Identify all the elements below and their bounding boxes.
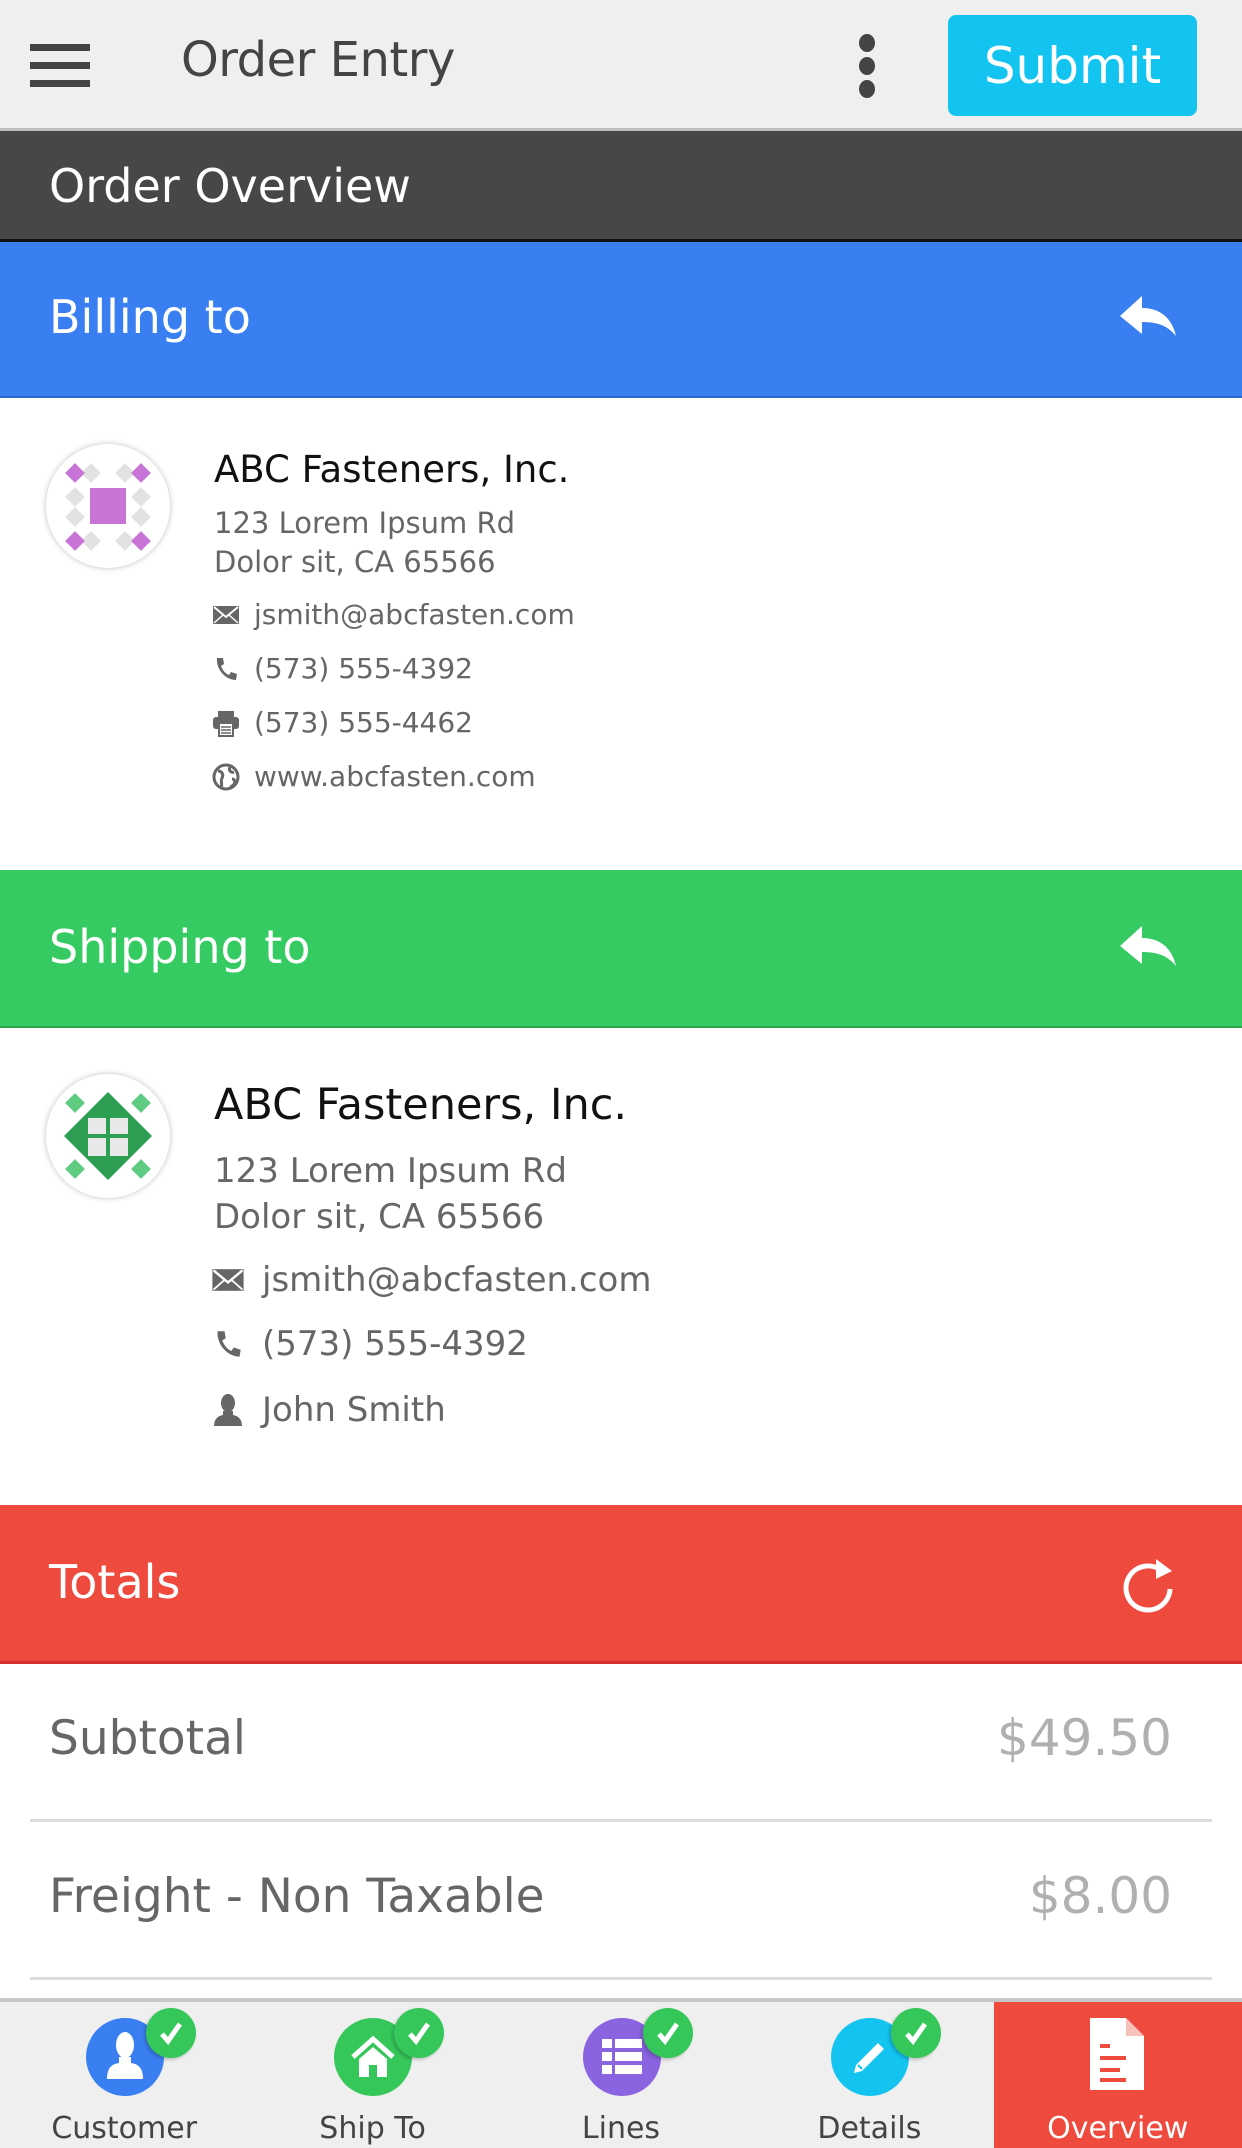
totals-list: Subtotal $49.50 Freight - Non Taxable $8…	[0, 1664, 1242, 1980]
shipping-email[interactable]: jsmith@abcfasten.com	[210, 1260, 651, 1300]
bottom-tab-bar: Customer Ship To Lines Details Overview	[0, 1998, 1242, 2148]
refresh-icon[interactable]	[1116, 1553, 1180, 1617]
tab-label: Lines	[581, 2111, 661, 2146]
document-icon	[1086, 2016, 1148, 2092]
envelope-icon	[210, 599, 242, 631]
shipping-contact-card: ABC Fasteners, Inc. 123 Lorem Ipsum Rd D…	[0, 1028, 1242, 1505]
reply-arrow-icon[interactable]	[1116, 916, 1180, 980]
totals-section-header: Totals	[0, 1505, 1242, 1664]
tab-overview[interactable]: Overview	[993, 2002, 1242, 2148]
shipping-address-line1: 123 Lorem Ipsum Rd	[214, 1151, 567, 1191]
app-title: Order Entry	[181, 32, 455, 88]
shipping-contact-person: John Smith	[210, 1390, 446, 1430]
totals-row-label: Subtotal	[49, 1711, 246, 1766]
person-icon	[210, 1392, 246, 1428]
billing-address: 123 Lorem Ipsum Rd Dolor sit, CA 65566	[214, 504, 515, 582]
checkmark-icon	[642, 2008, 693, 2058]
printer-fax-icon	[210, 707, 242, 739]
totals-row-subtotal: Subtotal $49.50	[30, 1664, 1212, 1822]
tab-lines[interactable]: Lines	[497, 2002, 745, 2148]
tab-details[interactable]: Details	[745, 2002, 993, 2148]
billing-company-name: ABC Fasteners, Inc.	[214, 448, 570, 491]
shipping-company-logo	[46, 1074, 170, 1198]
page-title: Order Overview	[49, 159, 411, 213]
shipping-address-line2: Dolor sit, CA 65566	[214, 1197, 545, 1237]
billing-header-label: Billing to	[49, 290, 251, 344]
tab-label: Details	[817, 2111, 922, 2146]
shipping-section-header: Shipping to	[0, 870, 1242, 1028]
billing-email-text: jsmith@abcfasten.com	[254, 598, 575, 631]
shipping-contact-name: John Smith	[262, 1390, 446, 1430]
tab-customer[interactable]: Customer	[0, 2002, 248, 2148]
checkmark-icon	[146, 2008, 196, 2058]
tab-label: Overview	[1047, 2111, 1189, 2146]
reply-arrow-icon[interactable]	[1116, 286, 1180, 350]
shipping-phone-text: (573) 555-4392	[262, 1324, 528, 1364]
billing-website[interactable]: www.abcfasten.com	[210, 760, 536, 793]
phone-icon	[210, 1326, 246, 1362]
totals-row-value: $49.50	[997, 1709, 1172, 1767]
billing-section-header: Billing to	[0, 242, 1242, 398]
billing-company-logo	[46, 444, 170, 568]
shipping-header-label: Shipping to	[49, 920, 311, 974]
phone-icon	[210, 653, 242, 685]
checkmark-icon	[891, 2008, 942, 2058]
billing-fax-text: (573) 555-4462	[254, 706, 473, 739]
billing-phone[interactable]: (573) 555-4392	[210, 652, 473, 685]
billing-address-line2: Dolor sit, CA 65566	[214, 545, 496, 579]
totals-row-label: Freight - Non Taxable	[49, 1869, 545, 1924]
submit-button[interactable]: Submit	[948, 15, 1197, 116]
shipping-address: 123 Lorem Ipsum Rd Dolor sit, CA 65566	[214, 1148, 567, 1240]
billing-email[interactable]: jsmith@abcfasten.com	[210, 598, 575, 631]
billing-contact-card: ABC Fasteners, Inc. 123 Lorem Ipsum Rd D…	[0, 398, 1242, 870]
envelope-icon	[210, 1262, 246, 1298]
billing-phone-text: (573) 555-4392	[254, 652, 473, 685]
shipping-company-name: ABC Fasteners, Inc.	[214, 1080, 628, 1130]
billing-address-line1: 123 Lorem Ipsum Rd	[214, 506, 516, 540]
totals-header-label: Totals	[49, 1555, 181, 1609]
totals-row-freight: Freight - Non Taxable $8.00	[30, 1822, 1212, 1980]
billing-website-text: www.abcfasten.com	[254, 760, 536, 793]
totals-row-value: $8.00	[1028, 1867, 1172, 1925]
more-vertical-icon[interactable]	[855, 34, 879, 98]
billing-fax[interactable]: (573) 555-4462	[210, 706, 473, 739]
tab-label: Ship To	[319, 2111, 426, 2146]
top-app-bar: Order Entry Submit	[0, 0, 1242, 131]
order-overview-bar: Order Overview	[0, 131, 1242, 242]
tab-label: Customer	[51, 2111, 198, 2146]
tab-ship-to[interactable]: Ship To	[248, 2002, 496, 2148]
shipping-email-text: jsmith@abcfasten.com	[262, 1260, 652, 1300]
checkmark-icon	[394, 2008, 445, 2058]
hamburger-menu-icon[interactable]	[30, 44, 90, 88]
globe-icon	[210, 761, 242, 793]
shipping-phone[interactable]: (573) 555-4392	[210, 1324, 528, 1364]
